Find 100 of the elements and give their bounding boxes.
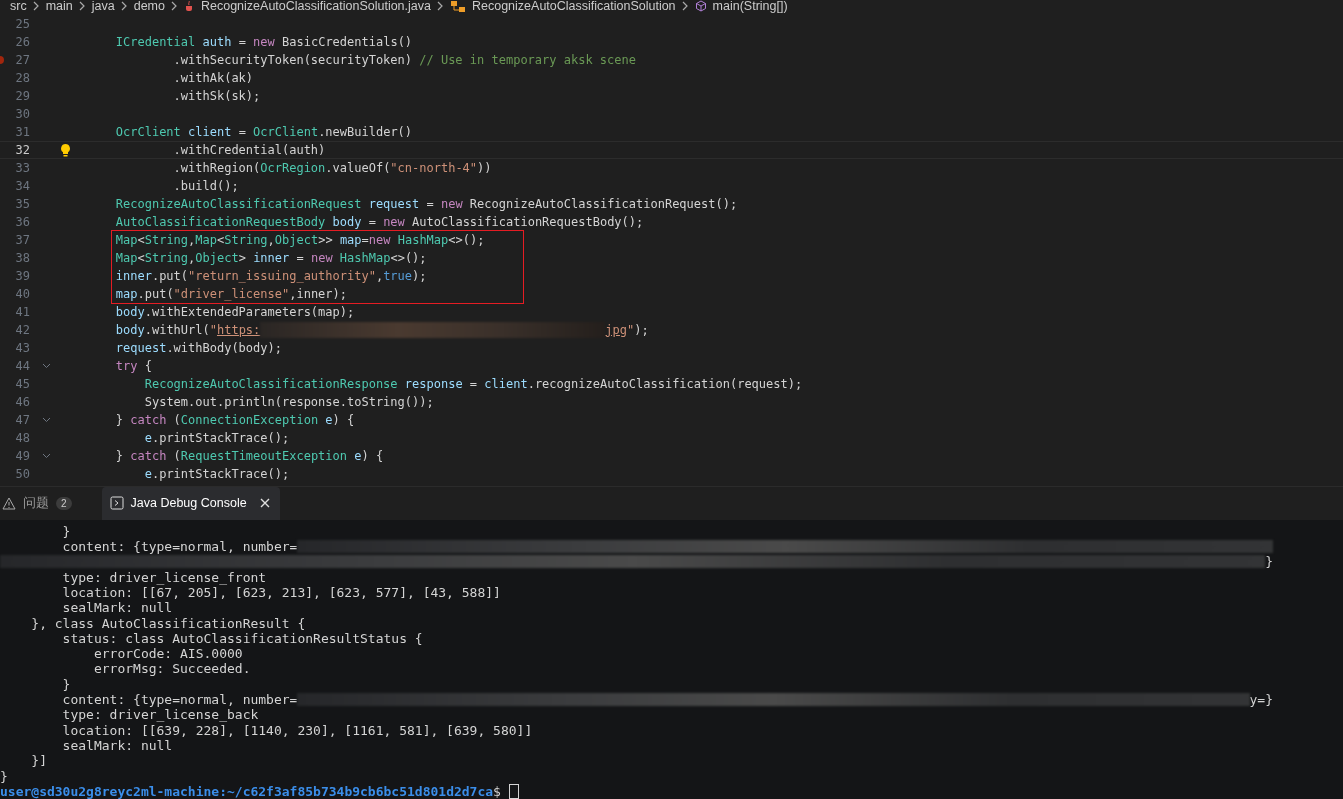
fold-chevron-icon[interactable] — [42, 416, 51, 423]
code-token: = — [296, 250, 305, 265]
breakpoint-icon[interactable] — [0, 55, 5, 64]
breadcrumb-item[interactable]: RecognizeAutoClassificationSolution.java — [201, 0, 431, 14]
code-token: ) { — [361, 448, 384, 463]
code-token: "cn-north-4" — [390, 160, 478, 175]
code-token: = — [469, 376, 479, 391]
code-token: .printStackTrace(); — [151, 466, 290, 481]
line-number: 40 — [14, 286, 30, 301]
code-token: request — [115, 340, 167, 355]
code-token: AutoClassificationRequestBody(); — [412, 214, 644, 229]
code-token: e — [144, 430, 152, 445]
close-button[interactable] — [259, 498, 270, 509]
code-token: catch — [130, 412, 167, 427]
line-number: 42 — [14, 322, 30, 337]
line-number: 26 — [14, 34, 30, 49]
lightbulb-icon[interactable] — [60, 142, 71, 157]
text-cursor — [508, 783, 519, 799]
code-link[interactable]: https: — [216, 322, 261, 337]
console-text: } — [61, 676, 71, 692]
code-token: , — [188, 250, 196, 265]
code-token: .put( — [137, 286, 174, 301]
code-token: .build(); — [173, 178, 239, 193]
breadcrumb-item[interactable]: main(String[]) — [712, 0, 788, 14]
code-token: = — [368, 214, 377, 229]
code-token: OcrClient — [253, 124, 319, 139]
code-token: HashMap — [397, 232, 449, 247]
code-token: e — [144, 466, 152, 481]
code-token: ); — [634, 322, 649, 337]
code-token: <>(); — [390, 250, 427, 265]
code-token: new — [440, 196, 463, 211]
fold-chevron-icon[interactable] — [42, 452, 51, 459]
console-text: sealMark: null — [61, 600, 173, 616]
code-token: .valueOf( — [325, 160, 391, 175]
code-token: map — [115, 286, 138, 301]
code-token: inner — [253, 250, 290, 265]
line-number: 29 — [14, 88, 30, 103]
warning-icon — [2, 496, 16, 510]
code-token: RequestTimeoutException — [180, 448, 347, 463]
code-token: RecognizeAutoClassificationRequest — [115, 196, 362, 211]
code-token: request — [368, 196, 420, 211]
breadcrumb-item[interactable]: main — [45, 0, 73, 14]
code-token: , — [188, 232, 196, 247]
console-text: content: {type=normal, number= — [61, 692, 298, 708]
line-number: 33 — [14, 160, 30, 175]
code-token: inner — [115, 268, 152, 283]
line-number: 48 — [14, 430, 30, 445]
code-token: .printStackTrace(); — [151, 430, 290, 445]
terminal-icon — [109, 496, 124, 511]
code-token: , — [375, 268, 384, 283]
breadcrumb-item[interactable]: src — [10, 0, 27, 14]
code-token: .recognizeAutoClassification(request); — [527, 376, 803, 391]
console-text: } — [61, 523, 71, 539]
tab-label: 问题 — [23, 494, 49, 512]
chevron-right-icon — [437, 1, 444, 12]
tab-label: Java Debug Console — [130, 496, 247, 511]
breadcrumb-item[interactable]: demo — [133, 0, 165, 14]
code-token: OcrClient — [115, 124, 181, 139]
line-number: 50 — [14, 466, 30, 481]
prompt-user: user@sd30u2g8reyc2ml-machine — [0, 783, 220, 799]
console-text: } — [0, 768, 8, 784]
line-number: 49 — [14, 448, 30, 463]
panel-tab[interactable]: 问题 2 — [0, 486, 82, 520]
code-token: ,inner); — [289, 286, 347, 301]
code-token: client — [484, 376, 528, 391]
panel-tab[interactable]: Java Debug Console — [101, 486, 280, 520]
breadcrumb-item[interactable]: RecognizeAutoClassificationSolution — [472, 0, 676, 14]
prompt-symbol: $ — [493, 783, 501, 799]
code-token: Object — [195, 250, 239, 265]
code-link[interactable]: jpg — [605, 322, 627, 337]
console-text: sealMark: null — [61, 737, 173, 753]
code-token: )) — [477, 160, 492, 175]
code-token: true — [383, 268, 413, 283]
code-token: String — [144, 250, 189, 265]
code-token: AutoClassificationRequestBody — [115, 214, 326, 229]
prompt-path: :~/c62f3af85b734b9cb6bc51d801d2d7ca — [219, 783, 494, 799]
line-number: 27 — [14, 52, 30, 67]
code-token: <>(); — [448, 232, 485, 247]
code-token: " — [627, 322, 635, 337]
line-number: 31 — [14, 124, 30, 139]
code-token: HashMap — [339, 250, 391, 265]
line-number: 28 — [14, 70, 30, 85]
code-token: body — [332, 214, 362, 229]
line-number: 41 — [14, 304, 30, 319]
code-token: > — [238, 250, 247, 265]
count-badge: 2 — [56, 496, 72, 510]
breadcrumb-item[interactable]: java — [91, 0, 115, 14]
fold-chevron-icon[interactable] — [42, 362, 51, 369]
code-token: ConnectionException — [180, 412, 319, 427]
code-token: = — [361, 232, 369, 247]
code-token: = — [238, 124, 247, 139]
code-token: new — [383, 214, 405, 229]
chevron-right-icon — [681, 1, 689, 12]
chevron-right-icon — [171, 1, 178, 12]
code-token: e — [325, 412, 333, 427]
code-token: " — [209, 322, 217, 337]
code-token: ICredential — [115, 34, 196, 49]
code-token: map — [339, 232, 362, 247]
code-token: response — [404, 376, 463, 391]
line-number: 44 — [14, 358, 30, 373]
